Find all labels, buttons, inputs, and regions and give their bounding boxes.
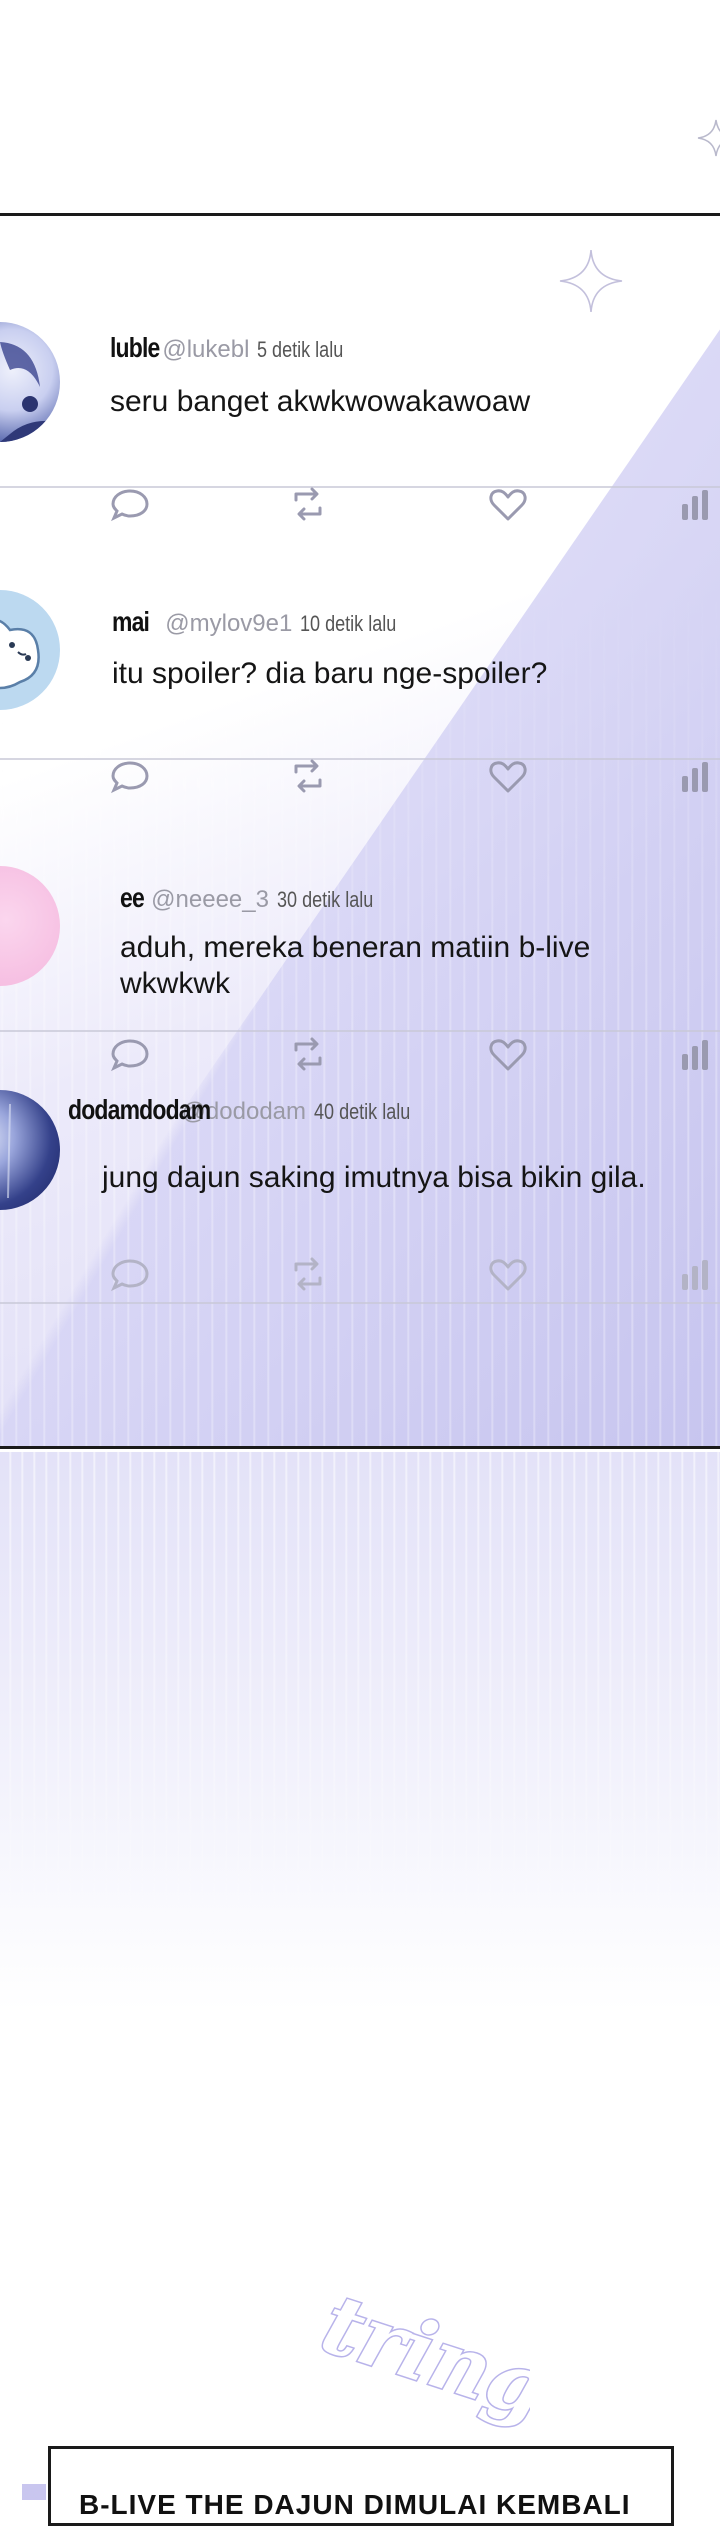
tweet-text: aduh, mereka beneran matiin b-live wkwkw… bbox=[120, 931, 591, 1000]
white-bear-avatar-icon[interactable] bbox=[0, 590, 60, 710]
retweet-icon[interactable] bbox=[286, 1252, 330, 1296]
username[interactable]: mai bbox=[112, 606, 150, 638]
stats-icon[interactable] bbox=[678, 1252, 720, 1296]
tweet-actions bbox=[0, 1252, 720, 1296]
like-icon[interactable] bbox=[486, 1252, 530, 1296]
night-sky-avatar-icon[interactable] bbox=[0, 1090, 60, 1210]
username[interactable]: luble bbox=[110, 332, 160, 364]
pink-avatar-icon[interactable] bbox=[0, 866, 60, 986]
user-handle[interactable]: @neeee_3 bbox=[151, 886, 269, 913]
username[interactable]: ee bbox=[120, 882, 145, 914]
boy-with-headset-avatar-icon[interactable] bbox=[0, 322, 60, 442]
sfx-text: tring! bbox=[311, 2276, 530, 2440]
gradient-transition bbox=[0, 1452, 720, 2012]
tweet-feed-panel: luble @lukebl 5 detik lalu seru banget akw… bbox=[0, 213, 720, 1449]
sound-effect: tring! bbox=[310, 2274, 530, 2440]
background-streaks bbox=[0, 1452, 720, 2012]
timestamp: 30 detik lalu bbox=[276, 887, 374, 912]
tweet-item[interactable]: luble @lukebl 5 detik lalu seru banget akw… bbox=[0, 216, 720, 522]
timestamp: 40 detik lalu bbox=[314, 1099, 411, 1124]
tweet-text: jung dajun saking imutnya bisa bikin gil… bbox=[102, 1161, 646, 1194]
caption-text: B-LIVE THE DAJUN DIMULAI KEMBALI bbox=[79, 2489, 631, 2520]
tweet-text: seru banget akwkwowakawoaw bbox=[110, 385, 531, 418]
timestamp: 10 detik lalu bbox=[300, 611, 397, 636]
user-handle[interactable]: @mylov9e1 bbox=[165, 610, 292, 637]
user-handle[interactable]: @lukebl bbox=[162, 336, 249, 363]
username[interactable]: dodamdodam bbox=[68, 1094, 211, 1126]
tweet-item[interactable]: ee @neeee_3 30 detik lalu aduh, mereka ben… bbox=[0, 760, 720, 1072]
reply-icon[interactable] bbox=[108, 1252, 152, 1296]
timestamp: 5 detik lalu bbox=[257, 337, 344, 362]
tweet-text: itu spoiler? dia baru nge-spoiler? bbox=[112, 657, 548, 690]
sparkle-icon bbox=[697, 119, 720, 157]
caption-box: B-LIVE THE DAJUN DIMULAI KEMBALI bbox=[48, 2446, 674, 2526]
tweet-item[interactable]: dodamdodam@dododam 40 detik lalu jung daj… bbox=[0, 1032, 720, 1304]
panel-corner-tab bbox=[22, 2484, 46, 2500]
tweet-item[interactable]: mai @mylov9e1 10 detik lalu itu spoiler? d… bbox=[0, 488, 720, 794]
